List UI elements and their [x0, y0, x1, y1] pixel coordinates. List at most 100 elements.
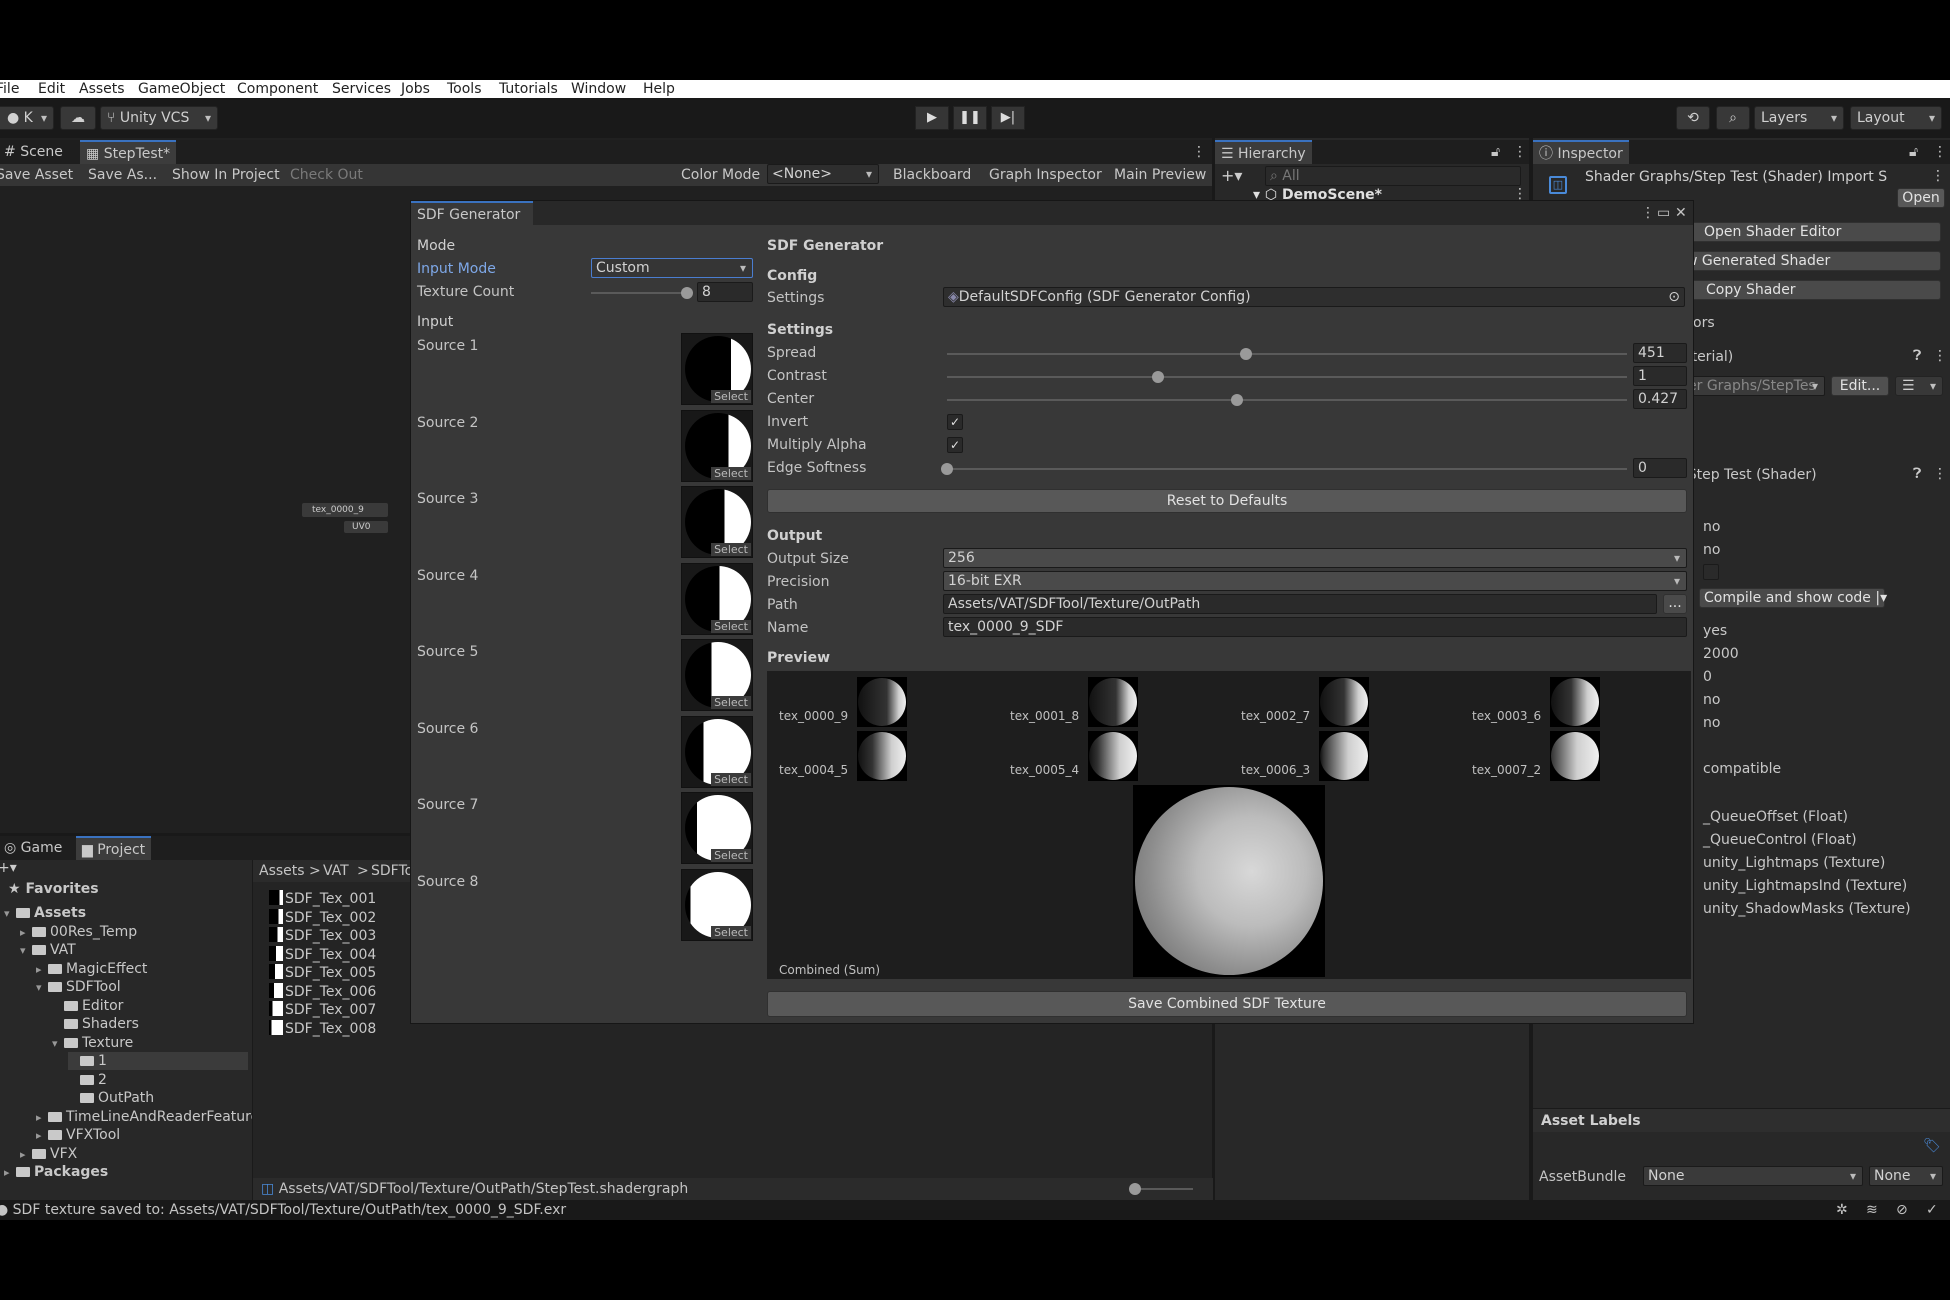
chevron-right-icon[interactable]: ▸: [36, 961, 48, 979]
pause-button[interactable]: ❚❚: [953, 106, 987, 130]
texture-count-input[interactable]: 8: [697, 282, 753, 302]
main-preview-toggle[interactable]: Main Preview: [1114, 164, 1206, 186]
tab-inspector[interactable]: ⓘ Inspector: [1533, 140, 1629, 164]
contrast-input[interactable]: 1: [1633, 366, 1687, 386]
tab-scene[interactable]: # Scene: [0, 140, 69, 164]
graph-inspector-toggle[interactable]: Graph Inspector: [989, 164, 1102, 186]
folder-tree-item[interactable]: ▸ 00Res_Temp: [20, 923, 137, 942]
compile-show-code-button[interactable]: Compile and show code |▾: [1699, 588, 1887, 608]
blackboard-toggle[interactable]: Blackboard: [893, 164, 971, 186]
browse-path-button[interactable]: ...: [1663, 594, 1687, 614]
window-menu-icon[interactable]: ⋮: [1641, 204, 1655, 222]
stack-icon[interactable]: ≋: [1866, 1201, 1878, 1219]
file-list-item[interactable]: SDF_Tex_007: [269, 1001, 376, 1019]
center-slider-knob[interactable]: [1231, 394, 1244, 406]
reset-defaults-button[interactable]: Reset to Defaults: [767, 489, 1687, 513]
menu-tutorials[interactable]: Tutorials: [499, 80, 558, 98]
edit-button[interactable]: Edit...: [1831, 376, 1889, 396]
add-object-button[interactable]: +▾: [1221, 166, 1251, 186]
file-list-item[interactable]: SDF_Tex_003: [269, 927, 376, 945]
file-list-item[interactable]: SDF_Tex_008: [269, 1019, 376, 1038]
source-texture-slot[interactable]: Select: [681, 333, 753, 405]
settings-object-field[interactable]: ◈DefaultSDFConfig (SDF Generator Config)…: [943, 287, 1685, 307]
close-icon[interactable]: ✕: [1675, 204, 1687, 222]
zoom-slider-track[interactable]: [1133, 1188, 1193, 1190]
help-icon[interactable]: ❓︎: [1913, 348, 1921, 364]
shader-graph-dropdown[interactable]: er Graphs/StepTes: [1683, 376, 1825, 396]
bug-icon[interactable]: ⊘: [1896, 1201, 1908, 1219]
folder-tree-item[interactable]: ▸ TimeLineAndReaderFeature: [36, 1108, 259, 1127]
source-texture-slot[interactable]: Select: [681, 562, 753, 635]
texture-count-slider-knob[interactable]: [681, 287, 693, 299]
chevron-down-icon[interactable]: ▾: [20, 942, 32, 960]
lock-icon[interactable]: 🔓︎: [1485, 140, 1506, 164]
file-list-item[interactable]: SDF_Tex_002: [269, 908, 376, 927]
maximize-icon[interactable]: ▭: [1657, 204, 1670, 222]
list-menu-dropdown[interactable]: ☰: [1895, 376, 1943, 396]
menu-edit[interactable]: Edit: [38, 80, 65, 98]
inspector-menu-icon[interactable]: ⋮: [1927, 140, 1950, 164]
chevron-right-icon[interactable]: ▸: [20, 1146, 32, 1164]
spread-input[interactable]: 451: [1633, 343, 1687, 363]
cloud-button[interactable]: ☁: [60, 106, 96, 130]
tab-hierarchy[interactable]: ☰ Hierarchy: [1215, 140, 1312, 164]
assetbundle-dropdown[interactable]: None: [1643, 1166, 1863, 1186]
hierarchy-search-input[interactable]: ⌕ All: [1265, 166, 1521, 186]
select-texture-button[interactable]: Select: [711, 466, 751, 480]
file-list-item[interactable]: SDF_Tex_006: [269, 982, 376, 1001]
breadcrumb-vat[interactable]: VAT: [323, 862, 349, 880]
inspector-lock-icon[interactable]: 🔓︎: [1903, 140, 1924, 164]
breadcrumb-assets[interactable]: Assets: [259, 862, 305, 880]
select-texture-button[interactable]: Select: [711, 619, 751, 633]
select-texture-button[interactable]: Select: [711, 849, 751, 862]
folder-tree-item[interactable]: ▸ VFX: [20, 1145, 77, 1164]
folder-tree-item[interactable]: ▾ SDFTool: [36, 978, 121, 997]
precision-dropdown[interactable]: 16-bit EXR: [943, 571, 1687, 591]
history-button[interactable]: ⟲: [1676, 106, 1710, 130]
label-tag-icon[interactable]: 🏷︎: [1923, 1138, 1941, 1154]
folder-tree-item[interactable]: 2: [68, 1071, 107, 1089]
source-texture-slot[interactable]: Select: [681, 792, 753, 864]
file-list-item[interactable]: SDF_Tex_005: [269, 964, 376, 982]
menu-assets[interactable]: Assets: [79, 80, 125, 98]
texture-count-slider-track[interactable]: [591, 292, 687, 294]
contrast-slider-knob[interactable]: [1151, 371, 1164, 383]
tab-steptest[interactable]: ▦ StepTest*: [80, 140, 177, 164]
show-in-project-button[interactable]: Show In Project: [172, 164, 280, 186]
debug-icon[interactable]: ✲: [1836, 1201, 1848, 1219]
vcs-dropdown[interactable]: ⑂ Unity VCS: [100, 106, 218, 130]
chevron-right-icon[interactable]: ▸: [4, 1164, 16, 1182]
file-list-item[interactable]: SDF_Tex_004: [269, 945, 376, 964]
menu-tools[interactable]: Tools: [447, 80, 482, 98]
folder-tree-item[interactable]: ▸ Packages: [4, 1163, 108, 1182]
folder-tree-item[interactable]: ▸ MagicEffect: [36, 960, 147, 979]
open-shader-editor-button[interactable]: Open Shader Editor: [1683, 222, 1941, 242]
hierarchy-menu-icon[interactable]: ⋮: [1507, 140, 1533, 164]
open-button[interactable]: Open: [1897, 188, 1945, 208]
layers-dropdown[interactable]: Layers: [1754, 106, 1844, 130]
folder-tree-item[interactable]: ▾ Texture: [52, 1034, 133, 1053]
chevron-down-icon[interactable]: ▾: [52, 1035, 64, 1053]
play-button[interactable]: ▶: [915, 106, 949, 130]
graph-node-texture[interactable]: tex_0000_9: [302, 503, 388, 517]
menu-help[interactable]: Help: [643, 80, 675, 98]
component-menu-icon[interactable]: ⋮: [1933, 348, 1947, 364]
input-mode-dropdown[interactable]: Custom: [591, 258, 753, 278]
folder-tree-item[interactable]: ▸ VFXTool: [36, 1126, 120, 1145]
multiply-alpha-checkbox[interactable]: ✓: [947, 437, 963, 453]
menu-window[interactable]: Window: [571, 80, 626, 98]
select-texture-button[interactable]: Select: [711, 696, 751, 709]
center-input[interactable]: 0.427: [1633, 389, 1687, 409]
edge-softness-input[interactable]: 0: [1633, 458, 1687, 478]
save-combined-button[interactable]: Save Combined SDF Texture: [767, 991, 1687, 1017]
menu-jobs[interactable]: Jobs: [401, 80, 430, 98]
layout-dropdown[interactable]: Layout: [1850, 106, 1942, 130]
chevron-right-icon[interactable]: ▸: [36, 1109, 48, 1127]
save-as-button[interactable]: Save As...: [88, 164, 157, 186]
folder-tree-item[interactable]: Shaders: [52, 1015, 139, 1033]
select-texture-button[interactable]: Select: [711, 390, 751, 403]
check-out-button[interactable]: Check Out: [290, 164, 363, 186]
path-input[interactable]: Assets/VAT/SDFTool/Texture/OutPath: [943, 594, 1657, 614]
graph-node-uv[interactable]: UV0: [344, 521, 388, 533]
source-texture-slot[interactable]: Select: [681, 868, 753, 941]
